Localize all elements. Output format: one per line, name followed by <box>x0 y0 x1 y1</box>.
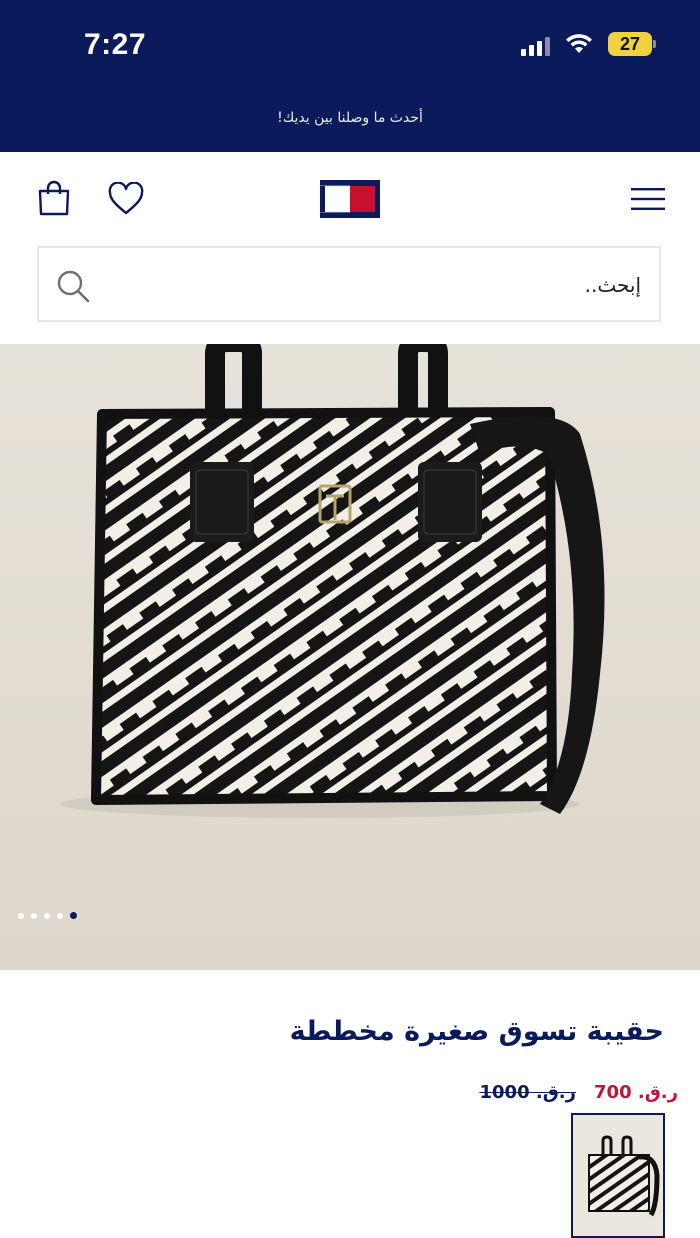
top-banner: 7:27 27 أحدث ما وصلنا بين يديك! <box>0 0 700 152</box>
wifi-icon <box>566 34 592 53</box>
handbag-illustration <box>0 344 700 970</box>
status-time: 7:27 <box>84 28 147 61</box>
cart-button[interactable] <box>34 178 74 218</box>
menu-icon <box>631 188 665 210</box>
battery-level: 27 <box>619 33 641 54</box>
gallery-dot[interactable] <box>44 912 50 919</box>
gallery-dot[interactable] <box>18 912 24 919</box>
wishlist-button[interactable] <box>104 179 148 219</box>
gallery-dot-active[interactable] <box>70 912 77 919</box>
status-icons: 27 <box>521 32 656 56</box>
product-thumbnail[interactable] <box>571 1113 665 1238</box>
search-input[interactable] <box>119 258 643 312</box>
site-header <box>0 152 700 247</box>
promo-text: أحدث ما وصلنا بين يديك! <box>277 110 423 126</box>
original-price: ر.ق. 1000 <box>479 1082 577 1103</box>
battery-icon: 27 <box>608 32 656 56</box>
shopping-bag-icon <box>38 180 70 216</box>
gallery-dot[interactable] <box>31 912 37 919</box>
gallery-pagination <box>18 912 77 919</box>
price-row: ر.ق. 700 ر.ق. 1000 <box>480 1082 679 1103</box>
product-title: حقيبة تسوق صغيرة مخططة <box>289 1016 664 1047</box>
brand-logo[interactable] <box>320 180 380 218</box>
cellular-signal-icon <box>521 32 550 56</box>
gallery-dot[interactable] <box>57 912 63 919</box>
product-image[interactable] <box>0 344 700 970</box>
search-icon[interactable] <box>55 268 91 304</box>
current-price: ر.ق. 700 <box>594 1082 678 1103</box>
search-box <box>37 246 661 322</box>
heart-icon <box>108 182 144 215</box>
menu-button[interactable] <box>626 182 670 216</box>
